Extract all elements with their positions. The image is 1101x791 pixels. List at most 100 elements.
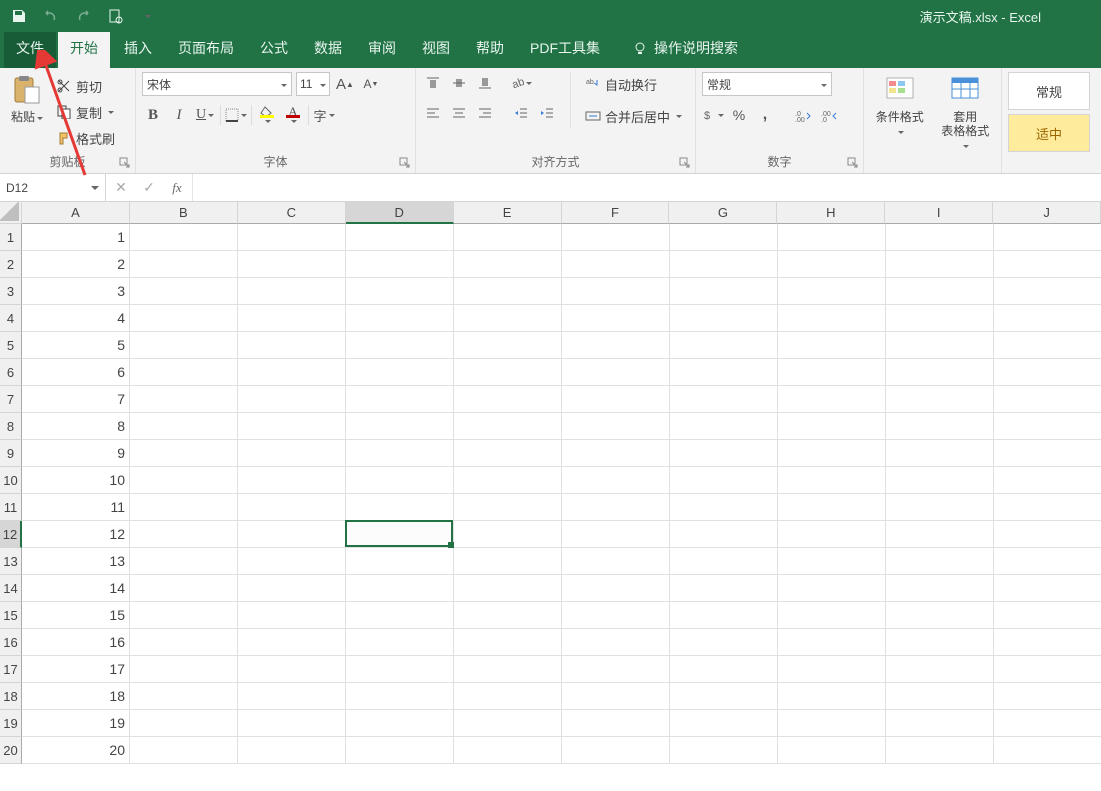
fx-icon[interactable]: fx	[168, 179, 186, 197]
font-launcher-icon[interactable]	[399, 157, 413, 171]
cell[interactable]	[346, 332, 454, 359]
cell[interactable]	[238, 332, 346, 359]
row-header[interactable]: 19	[0, 710, 22, 737]
cell[interactable]	[778, 521, 886, 548]
cell[interactable]	[994, 548, 1101, 575]
row-header[interactable]: 18	[0, 683, 22, 710]
enter-icon[interactable]: ✓	[140, 179, 158, 197]
cell[interactable]	[238, 575, 346, 602]
cell[interactable]	[454, 548, 562, 575]
cell[interactable]	[562, 332, 670, 359]
cell[interactable]	[130, 251, 238, 278]
cell[interactable]	[454, 413, 562, 440]
cell[interactable]	[886, 521, 994, 548]
row-header[interactable]: 9	[0, 440, 22, 467]
cell[interactable]	[346, 224, 454, 251]
clipboard-launcher-icon[interactable]	[119, 157, 133, 171]
decrease-indent-icon[interactable]	[510, 102, 532, 124]
cell[interactable]	[994, 332, 1101, 359]
cell[interactable]	[670, 521, 778, 548]
cell[interactable]: 18	[22, 683, 130, 710]
cell[interactable]	[454, 467, 562, 494]
row-header[interactable]: 17	[0, 656, 22, 683]
row-header[interactable]: 2	[0, 251, 22, 278]
cell[interactable]	[994, 602, 1101, 629]
fill-color-button[interactable]	[256, 104, 278, 126]
align-bottom-icon[interactable]	[474, 72, 496, 94]
cell[interactable]: 7	[22, 386, 130, 413]
cell[interactable]	[130, 413, 238, 440]
cell[interactable]	[454, 575, 562, 602]
cell[interactable]	[238, 440, 346, 467]
cell[interactable]	[562, 710, 670, 737]
row-header[interactable]: 13	[0, 548, 22, 575]
cell[interactable]: 10	[22, 467, 130, 494]
increase-indent-icon[interactable]	[536, 102, 558, 124]
cell[interactable]	[238, 521, 346, 548]
column-header[interactable]: A	[22, 202, 130, 224]
cell[interactable]	[454, 332, 562, 359]
cell[interactable]	[778, 386, 886, 413]
row-header[interactable]: 12	[0, 521, 22, 548]
number-format-combo[interactable]: 常规	[702, 72, 832, 96]
cell[interactable]	[994, 683, 1101, 710]
increase-font-icon[interactable]: A▲	[334, 73, 356, 95]
name-box[interactable]: D12	[0, 174, 106, 201]
cell[interactable]	[670, 467, 778, 494]
cell[interactable]	[346, 305, 454, 332]
cell[interactable]	[454, 251, 562, 278]
cell[interactable]	[886, 602, 994, 629]
row-header[interactable]: 5	[0, 332, 22, 359]
cell[interactable]	[454, 359, 562, 386]
cell[interactable]	[238, 656, 346, 683]
cell[interactable]	[778, 710, 886, 737]
cell[interactable]	[346, 521, 454, 548]
cell[interactable]: 12	[22, 521, 130, 548]
cell[interactable]: 13	[22, 548, 130, 575]
cell[interactable]	[130, 602, 238, 629]
cell[interactable]	[130, 224, 238, 251]
cell[interactable]	[670, 656, 778, 683]
cell[interactable]	[670, 386, 778, 413]
cell[interactable]	[346, 629, 454, 656]
cell[interactable]	[670, 332, 778, 359]
decrease-font-icon[interactable]: A▼	[360, 73, 382, 95]
cell[interactable]	[346, 548, 454, 575]
cell[interactable]	[886, 575, 994, 602]
cell[interactable]	[562, 629, 670, 656]
cell[interactable]	[778, 467, 886, 494]
tab-help[interactable]: 帮助	[464, 30, 516, 68]
cell[interactable]	[778, 332, 886, 359]
tab-view[interactable]: 视图	[410, 30, 462, 68]
cell[interactable]	[562, 737, 670, 764]
font-name-combo[interactable]: 宋体	[142, 72, 292, 96]
cell[interactable]	[562, 251, 670, 278]
cell[interactable]	[994, 710, 1101, 737]
column-header[interactable]: E	[454, 202, 562, 224]
row-header[interactable]: 4	[0, 305, 22, 332]
cell[interactable]: 5	[22, 332, 130, 359]
cell[interactable]	[238, 629, 346, 656]
cell[interactable]	[130, 737, 238, 764]
number-launcher-icon[interactable]	[847, 157, 861, 171]
cell-style-normal[interactable]: 常规	[1008, 72, 1090, 110]
cell[interactable]	[778, 440, 886, 467]
cell[interactable]	[994, 305, 1101, 332]
cell[interactable]	[886, 386, 994, 413]
cell[interactable]	[994, 656, 1101, 683]
cell[interactable]	[886, 656, 994, 683]
cell[interactable]	[670, 440, 778, 467]
cell[interactable]	[562, 278, 670, 305]
cell[interactable]	[778, 224, 886, 251]
cell[interactable]	[130, 575, 238, 602]
align-center-icon[interactable]	[448, 102, 470, 124]
row-header[interactable]: 11	[0, 494, 22, 521]
cell[interactable]	[778, 359, 886, 386]
cell[interactable]	[994, 386, 1101, 413]
tab-pdf-tools[interactable]: PDF工具集	[518, 30, 612, 68]
cell[interactable]	[778, 602, 886, 629]
cell[interactable]	[346, 413, 454, 440]
cell[interactable]	[238, 413, 346, 440]
cell[interactable]	[454, 629, 562, 656]
cell[interactable]	[130, 332, 238, 359]
